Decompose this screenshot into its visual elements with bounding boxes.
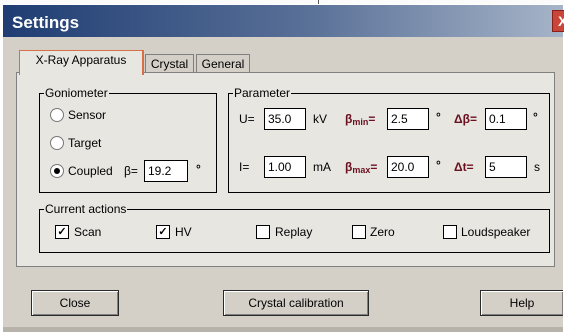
tab-label: Crystal (150, 57, 189, 71)
beta-max-label: βmax= (345, 160, 377, 177)
parameter-group: Parameter U= 35.0 kV βmin= 2.5 ° Δβ= 0.1… (228, 86, 550, 193)
replay-checkbox[interactable] (256, 225, 270, 239)
close-button[interactable]: Close (31, 290, 119, 316)
target-radio[interactable] (50, 136, 64, 150)
beta-min-eq: = (368, 112, 376, 126)
scan-checkbox[interactable]: ✓ (55, 225, 69, 239)
beta-min-subscript: min (352, 117, 369, 127)
beta-label: β= (124, 164, 138, 178)
beta-min-unit: ° (436, 110, 441, 124)
beta-min-label: βmin= (345, 112, 375, 129)
i-input[interactable]: 1.00 (264, 156, 306, 178)
delta-beta-label: Δβ= (454, 112, 477, 126)
i-unit: mA (313, 160, 331, 174)
tab-label: X-Ray Apparatus (35, 53, 127, 67)
beta-max-eq: = (370, 160, 378, 174)
current-actions-group: Current actions ✓ Scan ✓ HV Replay Zero … (39, 202, 550, 253)
coupled-radio[interactable] (50, 164, 64, 178)
close-window-icon[interactable]: X (552, 10, 564, 32)
replay-label[interactable]: Replay (275, 225, 312, 239)
hv-label[interactable]: HV (175, 225, 192, 239)
hv-checkbox[interactable]: ✓ (156, 225, 170, 239)
tab-panel-x-ray-apparatus: Goniometer Sensor Target Coupled β= 19.2… (16, 72, 555, 267)
zero-checkbox[interactable] (352, 225, 366, 239)
delta-t-input[interactable]: 5 (485, 156, 527, 178)
current-actions-legend: Current actions (44, 202, 128, 216)
delta-t-label: Δt= (454, 160, 474, 174)
parameter-legend: Parameter (233, 86, 292, 100)
beta-max-unit: ° (436, 158, 441, 172)
dialog-bottom-edge (3, 327, 563, 332)
zero-label[interactable]: Zero (370, 225, 395, 239)
coupled-label[interactable]: Coupled (68, 164, 113, 178)
help-button[interactable]: Help (480, 290, 563, 316)
checkmark-icon: ✓ (158, 226, 168, 238)
tab-x-ray-apparatus[interactable]: X-Ray Apparatus (19, 50, 144, 75)
u-label: U= (239, 112, 255, 126)
sensor-radio[interactable] (50, 108, 64, 122)
beta-min-input[interactable]: 2.5 (387, 108, 429, 130)
screen-tick-mark (318, 0, 319, 4)
delta-beta-unit: ° (533, 110, 538, 124)
u-unit: kV (313, 112, 328, 126)
screen-top-strip (0, 0, 564, 4)
target-label[interactable]: Target (68, 136, 101, 150)
settings-dialog: Settings X X-Ray Apparatus Crystal Gener… (3, 5, 564, 332)
title-bar[interactable]: Settings X (3, 5, 564, 37)
tab-label: General (201, 57, 245, 71)
checkmark-icon: ✓ (57, 226, 67, 238)
radio-selected-dot (54, 168, 60, 174)
delta-beta-input[interactable]: 0.1 (485, 108, 527, 130)
delta-t-unit: s (534, 160, 540, 174)
u-input[interactable]: 35.0 (264, 108, 306, 130)
loudspeaker-label[interactable]: Loudspeaker (461, 225, 530, 239)
beta-max-subscript: max (352, 165, 371, 175)
i-label: I= (239, 160, 250, 174)
sensor-label[interactable]: Sensor (68, 108, 106, 122)
crystal-calibration-button[interactable]: Crystal calibration (223, 290, 369, 316)
beta-input[interactable]: 19.2 (144, 160, 188, 182)
goniometer-group: Goniometer Sensor Target Coupled β= 19.2… (39, 86, 217, 193)
beta-unit: ° (196, 162, 201, 176)
beta-max-input[interactable]: 20.0 (387, 156, 429, 178)
loudspeaker-checkbox[interactable] (443, 225, 457, 239)
goniometer-legend: Goniometer (44, 86, 109, 100)
scan-label[interactable]: Scan (74, 225, 101, 239)
dialog-title: Settings (12, 13, 80, 32)
